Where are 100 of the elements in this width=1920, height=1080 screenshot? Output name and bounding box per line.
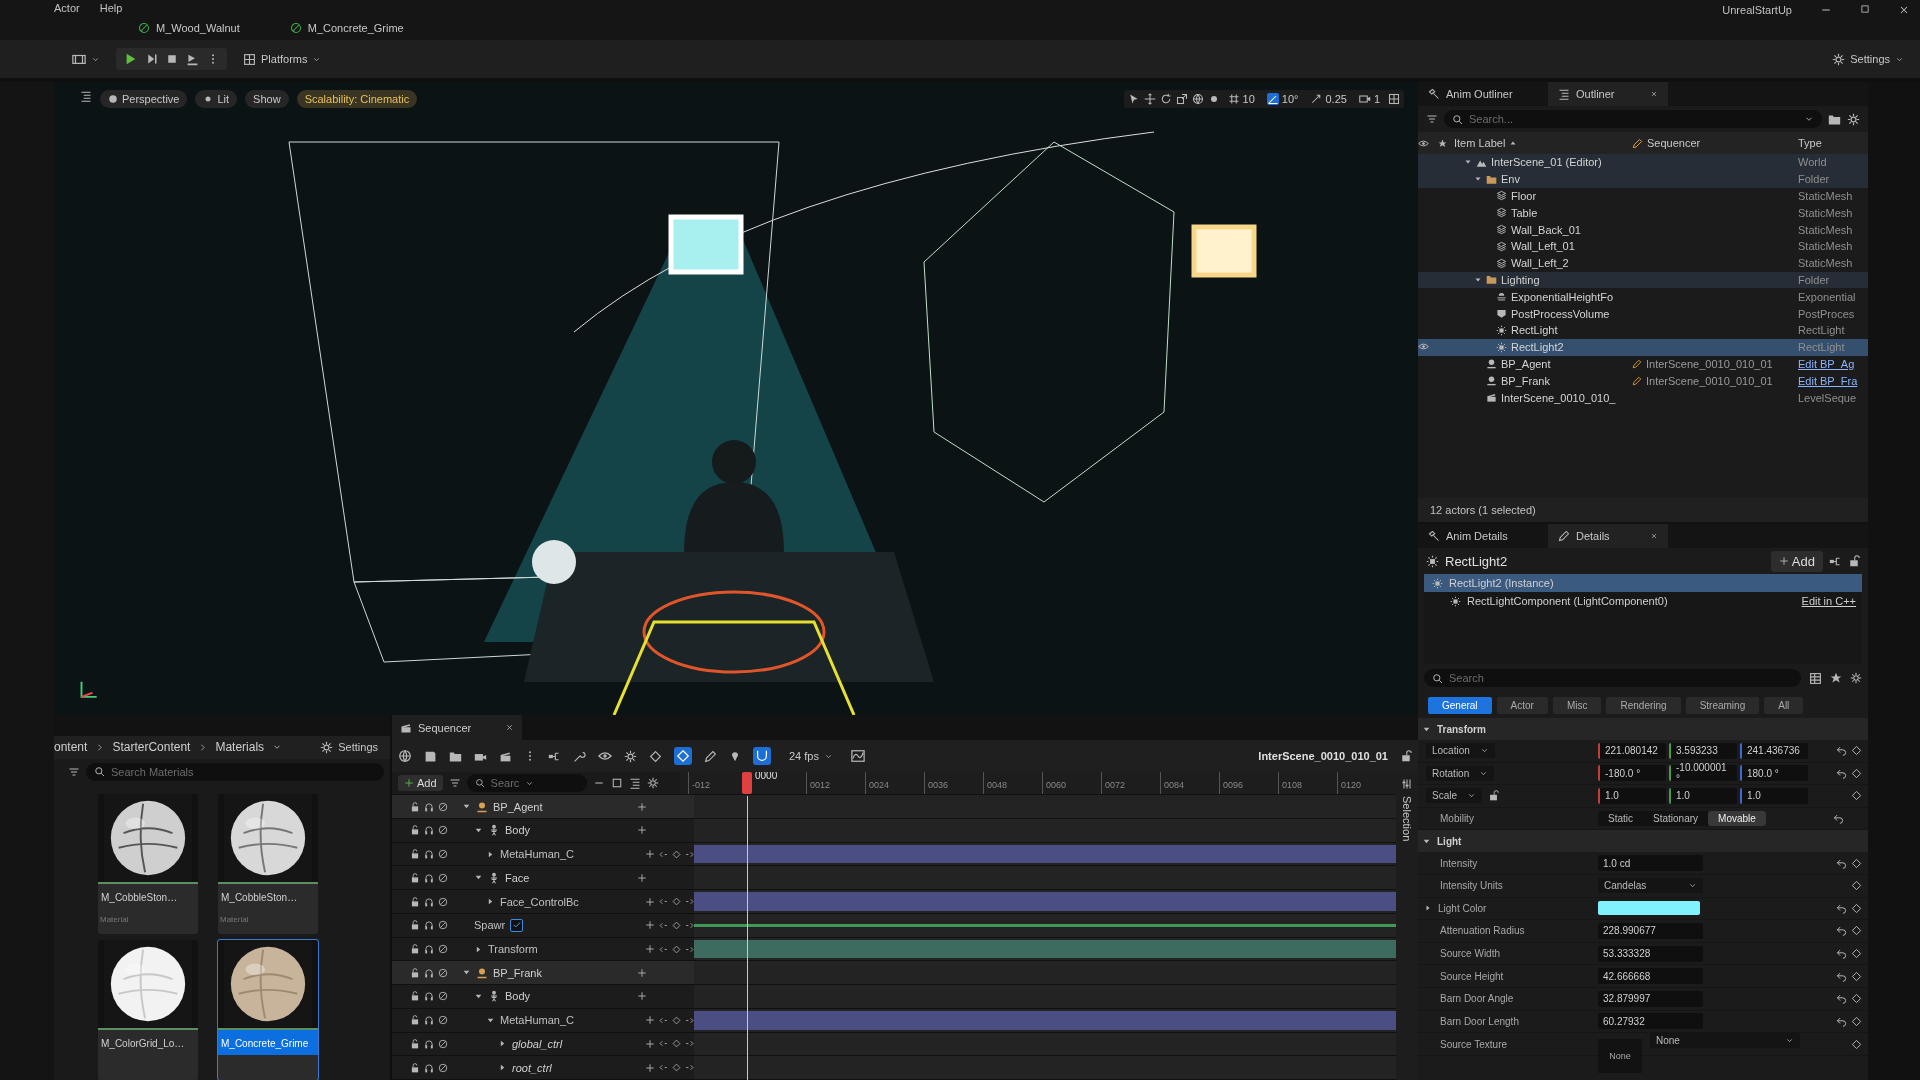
filter-icon[interactable] — [1426, 113, 1438, 125]
outliner-row[interactable]: RectLight RectLight — [1418, 321, 1868, 339]
track-name[interactable]: MetaHuman_C — [500, 848, 574, 861]
key-icon[interactable] — [672, 849, 681, 859]
keyframe-icon[interactable] — [1851, 948, 1862, 960]
folder-icon[interactable] — [449, 749, 462, 763]
filter-tab[interactable]: Misc — [1552, 696, 1602, 714]
mute-icon[interactable] — [438, 801, 448, 812]
filter-tab[interactable]: Rendering — [1606, 696, 1681, 714]
expander-icon[interactable] — [498, 1063, 507, 1073]
expander-icon[interactable] — [1424, 904, 1432, 913]
segment-option[interactable]: Static — [1598, 811, 1643, 827]
track-name[interactable]: Body — [505, 990, 531, 1003]
keyframe-icon[interactable] — [1851, 767, 1862, 779]
previous-key-icon[interactable] — [659, 920, 668, 930]
lock-icon[interactable] — [410, 872, 420, 883]
mute-icon[interactable] — [438, 967, 448, 978]
number-field[interactable]: 1.0 — [1740, 788, 1808, 804]
reset-icon[interactable] — [1836, 1015, 1847, 1027]
mute-icon[interactable] — [438, 849, 448, 860]
track-name[interactable]: Face — [505, 871, 530, 884]
asset-tab[interactable]: M_Wood_Walnut — [156, 22, 240, 34]
mute-icon[interactable] — [438, 920, 448, 931]
headphones-icon[interactable] — [424, 825, 434, 836]
edit-link[interactable]: Edit BP_Ag — [1798, 357, 1855, 370]
plus-icon[interactable] — [645, 944, 655, 954]
outliner-row[interactable]: Wall_Left_2 StaticMesh — [1418, 254, 1868, 272]
headphones-icon[interactable] — [424, 991, 434, 1002]
reset-icon[interactable] — [1836, 902, 1847, 914]
breadcrumb-item[interactable]: StarterContent — [112, 740, 191, 755]
view-button[interactable]: Scalability: Cinematic — [296, 90, 418, 108]
component-item[interactable]: RectLight2 (Instance) — [1424, 574, 1862, 592]
outliner-row[interactable]: Floor StaticMesh — [1418, 187, 1868, 205]
filter-icon[interactable] — [448, 777, 461, 790]
reset-icon[interactable] — [1836, 970, 1847, 982]
outliner-row[interactable]: Wall_Left_01 StaticMesh — [1418, 238, 1868, 255]
outliner-row[interactable]: Wall_Back_01 StaticMesh — [1418, 221, 1868, 238]
lock-icon[interactable] — [410, 920, 420, 931]
lock-icon[interactable] — [410, 1015, 420, 1026]
lock-icon[interactable] — [410, 801, 420, 812]
edit-link[interactable]: Edit BP_Fra — [1798, 374, 1858, 387]
number-field[interactable]: 221.080142 — [1598, 742, 1666, 759]
dropdown[interactable]: Candelas — [1598, 878, 1703, 894]
close-icon[interactable] — [1650, 532, 1658, 540]
close-icon[interactable] — [1650, 90, 1658, 98]
keyframe-icon[interactable] — [1851, 925, 1862, 937]
property-dropdown[interactable]: Rotation — [1426, 765, 1495, 781]
plus-icon[interactable] — [645, 920, 655, 931]
number-field[interactable]: 180.0 ° — [1740, 765, 1808, 782]
lock-icon[interactable] — [410, 896, 420, 907]
track-name[interactable]: Face_ControlBc — [500, 895, 579, 908]
outliner-row[interactable]: BP_Frank InterScene_0010_010_01 Edit BP_Fra — [1418, 372, 1868, 390]
key-icon[interactable] — [672, 1039, 681, 1049]
headphones-icon[interactable] — [424, 896, 434, 907]
number-field[interactable]: -180.0 ° — [1598, 765, 1666, 782]
headphones-icon[interactable] — [424, 920, 434, 931]
settings-button[interactable]: Settings — [314, 737, 384, 757]
expander-icon[interactable] — [474, 992, 483, 1001]
breadcrumb-item[interactable]: Materials — [215, 740, 265, 755]
column-header[interactable]: Type — [1798, 137, 1822, 149]
number-field[interactable]: 1.0 cd — [1598, 855, 1703, 872]
column-header[interactable]: Sequencer — [1647, 137, 1701, 149]
add-button[interactable]: Add — [398, 775, 443, 792]
search-field[interactable]: Search Materials — [86, 762, 384, 781]
side-tab[interactable]: Selection — [1401, 796, 1413, 842]
reset-icon[interactable] — [1836, 767, 1847, 779]
plus-icon[interactable] — [637, 872, 647, 883]
plus-icon[interactable] — [645, 1062, 655, 1073]
track-name[interactable]: MetaHuman_C — [500, 1014, 574, 1027]
search-field[interactable]: Searc — [466, 774, 587, 793]
next-key-icon[interactable] — [685, 1063, 694, 1073]
segment-option[interactable]: Stationary — [1643, 811, 1709, 827]
reset-icon[interactable] — [1836, 925, 1847, 937]
number-field[interactable]: 60.27932 — [1598, 1013, 1703, 1030]
lock-icon[interactable] — [1848, 555, 1860, 567]
pencil-icon[interactable] — [704, 749, 717, 763]
menu-item[interactable]: Help — [99, 2, 123, 14]
headphones-icon[interactable] — [424, 1062, 434, 1073]
segment-option[interactable]: Movable — [1708, 811, 1766, 827]
filter-tab[interactable]: All — [1764, 696, 1804, 714]
reset-icon[interactable] — [1833, 813, 1844, 825]
filter-tab[interactable]: General — [1428, 696, 1492, 714]
settings-icon[interactable] — [646, 777, 659, 790]
panel-tab[interactable]: Outliner — [1548, 82, 1668, 106]
scale-icon[interactable] — [1175, 93, 1188, 105]
track-name[interactable]: root_ctrl — [512, 1061, 552, 1074]
number-field[interactable]: 3.593233 — [1669, 742, 1737, 759]
expander-icon[interactable] — [474, 944, 483, 954]
list-icon[interactable] — [628, 777, 641, 790]
component-item[interactable]: RectLightComponent (LightComponent0) Edit in C++ — [1424, 592, 1862, 610]
mute-icon[interactable] — [438, 872, 448, 883]
mute-icon[interactable] — [438, 944, 448, 954]
sliders-icon[interactable] — [1401, 778, 1413, 790]
headphones-icon[interactable] — [424, 801, 434, 812]
keyframe-icon[interactable] — [1851, 1015, 1862, 1027]
key-icon[interactable] — [674, 747, 692, 765]
lock-icon[interactable] — [1400, 750, 1412, 762]
snap-toggle[interactable]: 0.25 — [1306, 92, 1351, 106]
menu-icon[interactable] — [80, 90, 92, 102]
globe-icon[interactable] — [1191, 93, 1204, 105]
